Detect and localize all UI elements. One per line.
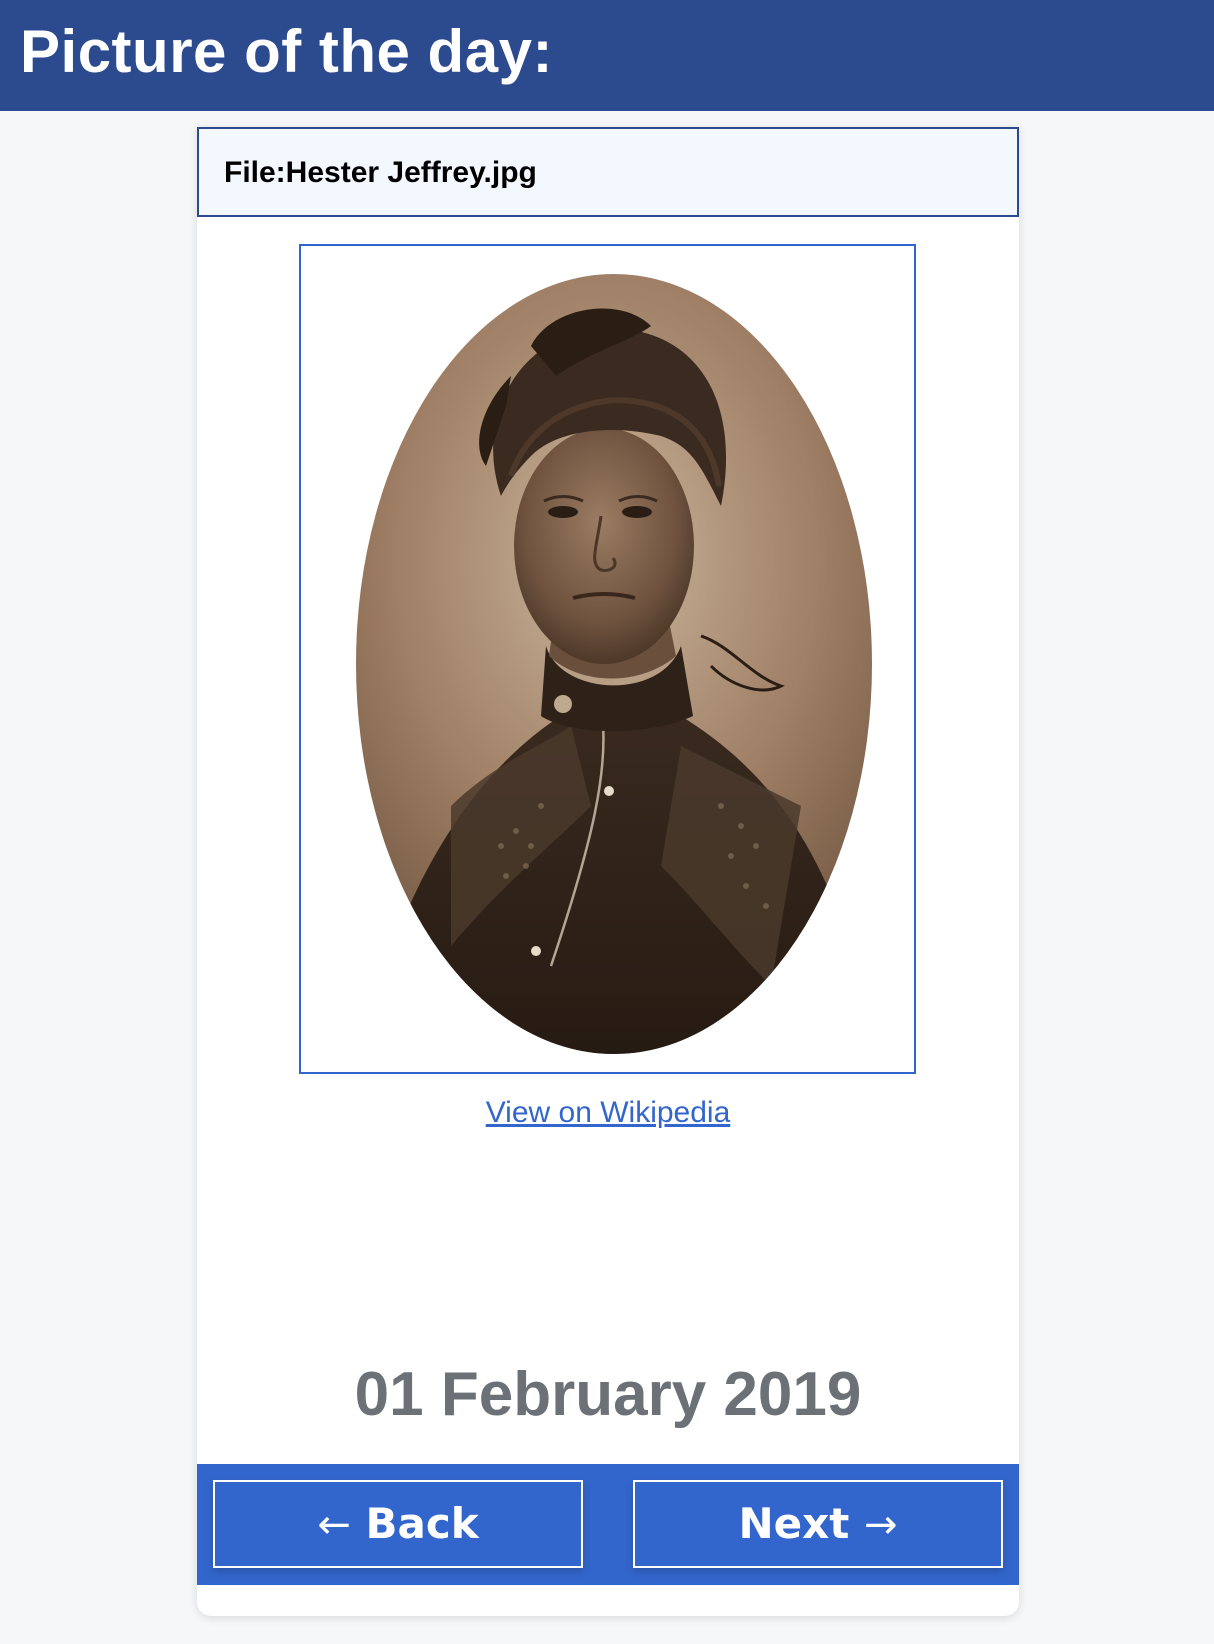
navigation-bar: ← Back Next → xyxy=(197,1464,1019,1585)
page-title: Picture of the day: xyxy=(20,18,553,85)
picture-date: 01 February 2019 xyxy=(354,1360,862,1429)
picture-frame xyxy=(299,244,916,1074)
file-name-label: File:Hester Jeffrey.jpg xyxy=(224,156,537,189)
arrow-left-icon: ← xyxy=(317,1502,351,1548)
back-button[interactable]: ← Back xyxy=(213,1480,583,1568)
next-button[interactable]: Next → xyxy=(633,1480,1003,1568)
card-header: File:Hester Jeffrey.jpg xyxy=(197,127,1019,217)
next-button-label: Next xyxy=(738,1499,850,1548)
back-button-label: Back xyxy=(365,1499,479,1548)
portrait-image xyxy=(356,274,872,1054)
picture-card: File:Hester Jeffrey.jpg View on Wikipedi… xyxy=(197,127,1019,1616)
arrow-right-icon: → xyxy=(863,1502,898,1548)
view-on-wikipedia-link[interactable]: View on Wikipedia xyxy=(197,1095,1019,1131)
top-banner: Picture of the day: xyxy=(0,0,1214,111)
